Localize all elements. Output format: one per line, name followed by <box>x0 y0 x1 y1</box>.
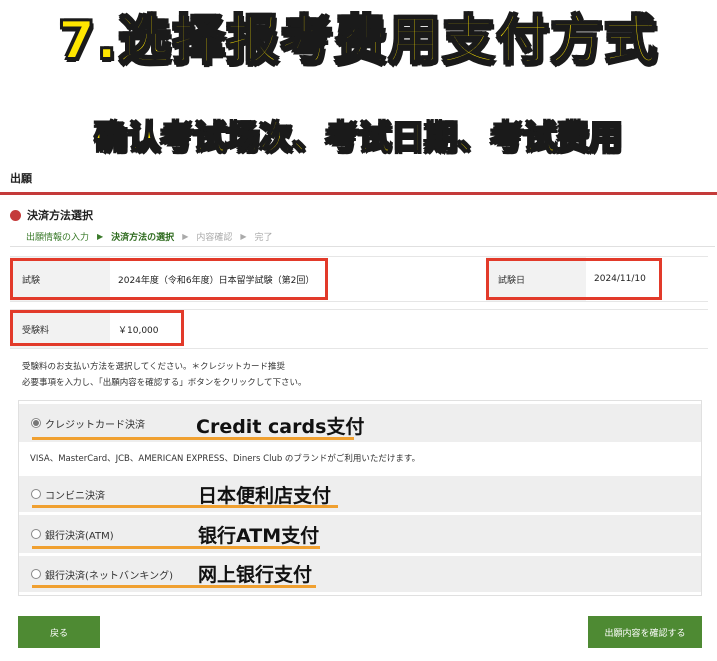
step-breadcrumb: 出願情報の入力 ▶ 決済方法の選択 ▶ 内容確認 ▶ 完了 <box>26 230 273 243</box>
chevron-right-icon: ▶ <box>240 232 247 241</box>
card-brands-note: VISA、MasterCard、JCB、AMERICAN EXPRESS、Din… <box>30 454 421 464</box>
payment-option-label: 銀行決済(ATM) <box>45 530 114 542</box>
payment-option-label: コンビニ決済 <box>45 490 105 502</box>
back-button[interactable]: 戻る <box>18 616 100 648</box>
banner-subtitle: 确认考试场次、考试日期、考试费用 <box>94 117 624 158</box>
instruction-line-2: 必要事項を入力し、「出願内容を確認する」ボタンをクリックして下さい。 <box>22 378 307 388</box>
payment-option-label: 銀行決済(ネットバンキング) <box>45 570 174 582</box>
underline-konbini <box>32 505 338 508</box>
radio-icon[interactable] <box>31 569 41 579</box>
step-1: 出願情報の入力 <box>26 233 90 243</box>
annotation-netbanking: 网上银行支付 <box>198 564 313 586</box>
annotation-credit: Credit cards支付 <box>196 416 365 438</box>
step-2: 決済方法の選択 <box>111 233 175 243</box>
section-title-label: 決済方法選択 <box>27 209 93 222</box>
highlight-exam <box>10 258 328 300</box>
chevron-right-icon: ▶ <box>182 232 189 241</box>
banner-title: 7.选择报考费用支付方式 <box>58 10 659 72</box>
section-title: 決済方法選択 <box>10 207 93 223</box>
steps-divider <box>10 246 715 247</box>
underline-netbanking <box>32 585 316 588</box>
payment-option-label: クレジットカード決済 <box>45 419 145 431</box>
bullet-icon <box>10 209 21 221</box>
page-title: 出願 <box>10 172 32 185</box>
step-3: 内容確認 <box>196 233 233 243</box>
annotation-atm: 银行ATM支付 <box>198 525 320 547</box>
annotation-konbini: 日本便利店支付 <box>198 485 332 507</box>
radio-selected-icon[interactable] <box>31 418 41 428</box>
highlight-fee <box>10 310 184 346</box>
underline-credit <box>32 437 354 440</box>
highlight-date <box>486 258 662 300</box>
chevron-right-icon: ▶ <box>97 232 104 241</box>
step-4: 完了 <box>254 233 273 243</box>
confirm-button[interactable]: 出願内容を確認する <box>588 616 702 648</box>
underline-atm <box>32 546 320 549</box>
instruction-line-1: 受験料のお支払い方法を選択してください。＊クレジットカード推奨 <box>22 362 285 372</box>
radio-icon[interactable] <box>31 529 41 539</box>
heading-divider <box>0 192 717 195</box>
radio-icon[interactable] <box>31 489 41 499</box>
